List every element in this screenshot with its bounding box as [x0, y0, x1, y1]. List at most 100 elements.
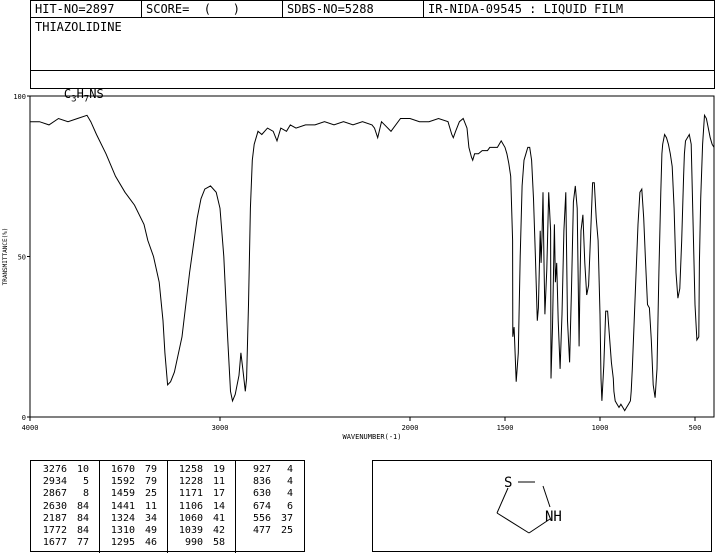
atom-nh: NH — [545, 509, 562, 525]
peak-transmittance: 84 — [76, 500, 89, 512]
y-tick-label: 0 — [22, 414, 26, 422]
peak-transmittance: 14 — [212, 500, 225, 512]
peak-row: 556 37 — [241, 513, 293, 525]
peak-row: 2630 84 — [37, 501, 89, 513]
peak-wavenumber: 1106 — [178, 500, 203, 512]
peak-row: 990 58 — [173, 537, 225, 549]
peak-wavenumber: 2187 — [42, 512, 67, 524]
peak-transmittance: 79 — [144, 476, 157, 488]
peak-row: 630 4 — [241, 488, 293, 500]
peak-transmittance: 46 — [144, 537, 157, 549]
peak-row: 1441 11 — [105, 501, 157, 513]
peak-row: 477 25 — [241, 525, 293, 537]
x-tick-label: 2000 — [402, 424, 419, 432]
peak-wavenumber: 1441 — [110, 500, 135, 512]
peak-row: 2867 8 — [37, 488, 89, 500]
peak-wavenumber: 674 — [252, 500, 271, 512]
peak-wavenumber: 2630 — [42, 500, 67, 512]
peak-column-divider — [235, 461, 236, 553]
peak-transmittance: 17 — [212, 488, 225, 500]
peak-transmittance: 11 — [144, 500, 157, 512]
peak-row: 1258 19 — [173, 464, 225, 476]
peak-wavenumber: 1324 — [110, 512, 135, 524]
peak-transmittance: 79 — [144, 464, 157, 475]
peak-wavenumber: 556 — [252, 512, 271, 524]
peak-table: 3276 10 2934 5 2867 8 2630 84 2187 84 1772 84 1677 77… — [30, 460, 305, 553]
structure-box: S NH — [372, 460, 712, 552]
peak-wavenumber: 1228 — [178, 476, 203, 488]
peak-transmittance: 84 — [76, 512, 89, 524]
x-tick-label: 1000 — [592, 424, 609, 432]
atom-sulfur: S — [504, 475, 512, 491]
peak-transmittance: 34 — [144, 512, 157, 524]
peak-wavenumber: 1258 — [178, 464, 203, 475]
peak-row: 1677 77 — [37, 537, 89, 549]
peak-row: 1310 49 — [105, 525, 157, 537]
x-tick-label: 1500 — [497, 424, 514, 432]
peak-wavenumber: 2934 — [42, 476, 67, 488]
peak-row: 1106 14 — [173, 501, 225, 513]
peak-row: 3276 10 — [37, 464, 89, 476]
peak-row: 1295 46 — [105, 537, 157, 549]
peak-wavenumber: 1772 — [42, 525, 67, 537]
plot-frame — [29, 95, 715, 418]
peak-transmittance: 25 — [280, 525, 293, 537]
peak-row: 1592 79 — [105, 476, 157, 488]
peak-row: 1228 11 — [173, 476, 225, 488]
peak-transmittance: 4 — [286, 476, 293, 488]
peak-row: 836 4 — [241, 476, 293, 488]
peak-column-divider — [167, 461, 168, 553]
chart-axes: 4000 3000 2000 1500 1000 500 0 50 100 — [13, 93, 715, 432]
y-axis-label: TRANSMITTANCE(%) — [2, 228, 9, 286]
peak-transmittance: 6 — [286, 500, 293, 512]
peak-column-4: 927 4 836 4 630 4 674 6 556 37 477 25 — [241, 464, 293, 537]
peak-transmittance: 10 — [76, 464, 89, 475]
peak-row: 1324 34 — [105, 513, 157, 525]
spectrum-line — [30, 113, 715, 412]
x-tick-label: 500 — [689, 424, 702, 432]
peak-row: 1670 79 — [105, 464, 157, 476]
peak-wavenumber: 1592 — [110, 476, 135, 488]
peak-transmittance: 84 — [76, 525, 89, 537]
peak-row: 1039 42 — [173, 525, 225, 537]
peak-transmittance: 42 — [212, 525, 225, 537]
peak-column-1: 3276 10 2934 5 2867 8 2630 84 2187 84 1772 84 1677 77 — [37, 464, 89, 549]
peak-transmittance: 5 — [82, 476, 89, 488]
x-axis-label: WAVENUMBER(-1) — [342, 433, 401, 441]
peak-row: 1060 41 — [173, 513, 225, 525]
peak-wavenumber: 2867 — [42, 488, 67, 500]
peak-wavenumber: 1677 — [42, 537, 67, 549]
peak-column-divider — [99, 461, 100, 553]
peak-transmittance: 41 — [212, 512, 225, 524]
peak-row: 674 6 — [241, 501, 293, 513]
peak-column-3: 1258 19 1228 11 1171 17 1106 14 1060 41 1039 42 990 5… — [173, 464, 225, 549]
peak-transmittance: 4 — [286, 464, 293, 475]
peak-wavenumber: 1060 — [178, 512, 203, 524]
peak-wavenumber: 3276 — [42, 464, 67, 475]
peak-row: 927 4 — [241, 464, 293, 476]
peak-wavenumber: 1171 — [178, 488, 203, 500]
peak-row: 1459 25 — [105, 488, 157, 500]
peak-wavenumber: 1039 — [178, 525, 203, 537]
peak-wavenumber: 836 — [252, 476, 271, 488]
peak-transmittance: 25 — [144, 488, 157, 500]
peak-wavenumber: 927 — [252, 464, 271, 475]
peak-wavenumber: 990 — [184, 537, 203, 549]
peak-transmittance: 11 — [212, 476, 225, 488]
peak-wavenumber: 477 — [252, 525, 271, 537]
peak-row: 1171 17 — [173, 488, 225, 500]
x-tick-label: 3000 — [212, 424, 229, 432]
peak-row: 2934 5 — [37, 476, 89, 488]
peak-wavenumber: 1295 — [110, 537, 135, 549]
peak-wavenumber: 1670 — [110, 464, 135, 475]
peak-wavenumber: 1459 — [110, 488, 135, 500]
peak-transmittance: 4 — [286, 488, 293, 500]
thiazolidine-structure: S NH — [496, 475, 562, 534]
peak-wavenumber: 630 — [252, 488, 271, 500]
peak-row: 2187 84 — [37, 513, 89, 525]
y-tick-label: 100 — [13, 93, 26, 101]
peak-transmittance: 37 — [280, 512, 293, 524]
peak-transmittance: 58 — [212, 537, 225, 549]
peak-transmittance: 77 — [76, 537, 89, 549]
y-tick-label: 50 — [18, 254, 26, 262]
